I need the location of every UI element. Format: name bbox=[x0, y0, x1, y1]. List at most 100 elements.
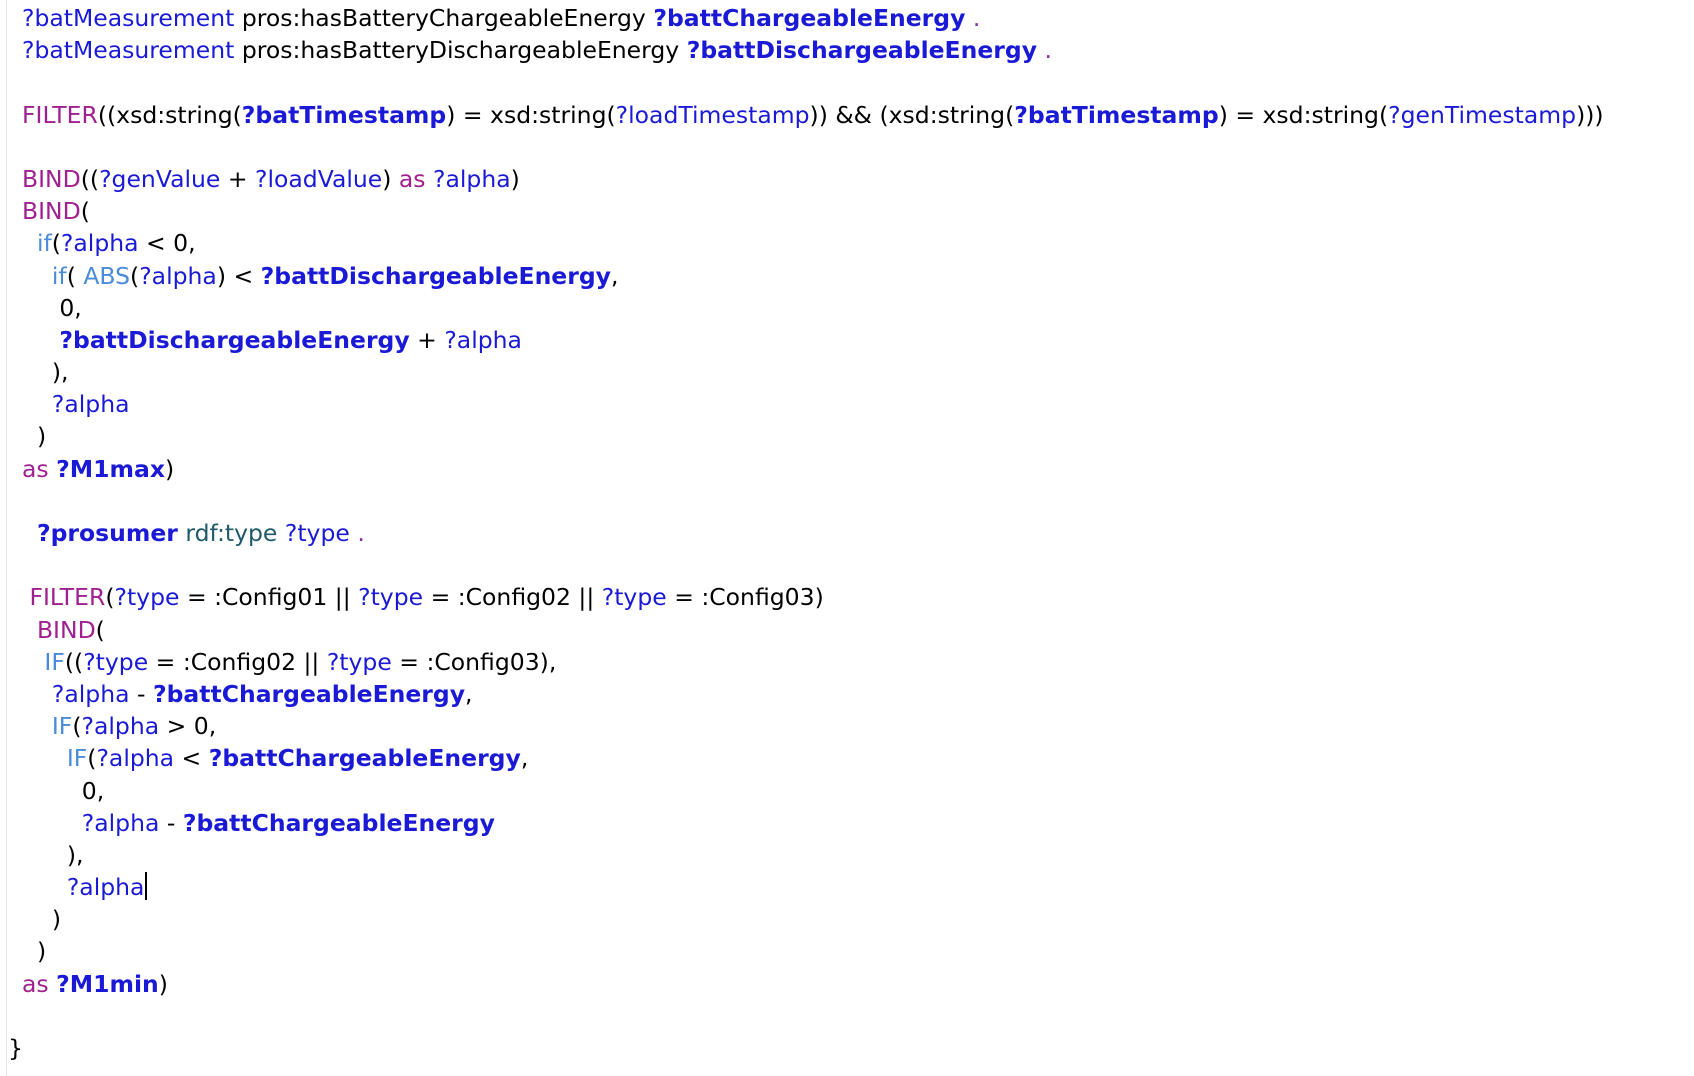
code-line[interactable] bbox=[22, 66, 1604, 98]
code-token: ?type bbox=[326, 647, 392, 676]
code-editor[interactable]: ?batMeasurement pros:hasBatteryChargeabl… bbox=[0, 0, 1694, 1076]
code-token: ?alpha bbox=[96, 744, 175, 773]
code-token: ( bbox=[66, 261, 84, 290]
code-token: ?type bbox=[114, 583, 180, 612]
code-token: BIND bbox=[22, 615, 96, 644]
code-token: ) < bbox=[216, 261, 261, 290]
code-token: < 0, bbox=[138, 229, 196, 258]
code-line[interactable] bbox=[22, 1000, 1604, 1032]
code-token: ABS bbox=[83, 261, 131, 290]
code-token: ?alpha bbox=[66, 873, 145, 902]
code-token: pros:hasBatteryChargeableEnergy bbox=[234, 4, 654, 32]
code-token: ) bbox=[382, 164, 399, 193]
code-token: = :Config02 || bbox=[423, 583, 602, 612]
code-token: as bbox=[22, 454, 49, 483]
code-token: ?battChargeableEnergy bbox=[208, 744, 521, 773]
code-line[interactable]: ?alpha bbox=[22, 388, 1604, 420]
code-token: , bbox=[465, 679, 473, 708]
code-line[interactable]: ), bbox=[22, 356, 1604, 388]
code-line[interactable]: IF((?type = :Config02 || ?type = :Config… bbox=[22, 646, 1604, 678]
code-token: ?alpha bbox=[433, 164, 511, 193]
code-token: FILTER bbox=[22, 583, 106, 612]
code-token: ) bbox=[22, 422, 47, 451]
code-token: BIND bbox=[22, 197, 81, 226]
code-line[interactable]: BIND((?genValue + ?loadValue) as ?alpha) bbox=[22, 163, 1604, 195]
code-line[interactable] bbox=[22, 485, 1604, 517]
code-token: ?batMeasurement bbox=[22, 36, 235, 65]
code-line[interactable]: ) bbox=[22, 903, 1604, 935]
code-token: ), bbox=[22, 358, 69, 387]
code-line[interactable]: BIND( bbox=[22, 614, 1604, 646]
code-token: if bbox=[22, 261, 67, 290]
code-token: = :Config03), bbox=[391, 647, 557, 676]
code-line[interactable]: IF(?alpha < ?battChargeableEnergy, bbox=[22, 742, 1604, 774]
code-line[interactable]: FILTER((xsd:string(?batTimestamp) = xsd:… bbox=[22, 99, 1604, 131]
code-line[interactable]: ?alpha - ?battChargeableEnergy, bbox=[22, 678, 1604, 710]
code-token: ?alpha bbox=[444, 325, 522, 354]
code-line[interactable]: 0, bbox=[22, 292, 1604, 324]
code-token: (( bbox=[80, 164, 100, 193]
code-line[interactable]: IF(?alpha > 0, bbox=[22, 710, 1604, 742]
code-line[interactable]: as ?M1min) bbox=[22, 968, 1604, 1000]
code-token: BIND bbox=[22, 164, 81, 193]
code-line[interactable]: } bbox=[8, 1032, 1604, 1064]
code-token: ), bbox=[22, 840, 84, 869]
code-line[interactable]: BIND( bbox=[22, 195, 1604, 227]
code-token: ?alpha bbox=[60, 229, 139, 258]
code-token: ?battChargeableEnergy bbox=[653, 4, 966, 32]
code-line[interactable]: ?batMeasurement pros:hasBatteryChargeabl… bbox=[22, 2, 1604, 34]
code-line[interactable]: ) bbox=[22, 420, 1604, 452]
code-token: , bbox=[610, 261, 619, 290]
editor-left-border bbox=[6, 0, 7, 1076]
code-token: ?alpha bbox=[51, 390, 130, 419]
code-token: (( bbox=[64, 647, 84, 676]
code-token: ?prosumer bbox=[36, 519, 178, 547]
code-line[interactable] bbox=[22, 131, 1604, 163]
code-line[interactable]: ?batMeasurement pros:hasBatteryDischarge… bbox=[22, 34, 1604, 66]
code-line[interactable]: if( ABS(?alpha) < ?battDischargeableEner… bbox=[22, 260, 1604, 292]
code-token: ?battDischargeableEnergy bbox=[59, 325, 410, 354]
code-line[interactable]: ?prosumer rdf:type ?type . bbox=[22, 517, 1604, 549]
code-line[interactable]: if(?alpha < 0, bbox=[22, 227, 1604, 259]
code-line[interactable] bbox=[22, 549, 1604, 581]
code-token: ?type bbox=[358, 583, 424, 612]
code-token: = :Config02 || bbox=[148, 647, 327, 676]
code-token: pros:hasBatteryDischargeableEnergy bbox=[234, 36, 687, 65]
code-token: = :Config03) bbox=[666, 583, 824, 612]
code-line[interactable]: ?battDischargeableEnergy + ?alpha bbox=[22, 324, 1604, 356]
text-caret bbox=[145, 872, 148, 901]
code-token: ) bbox=[22, 905, 62, 934]
code-token: ?M1min bbox=[56, 969, 159, 998]
code-token: , bbox=[520, 744, 529, 773]
code-token: . bbox=[965, 4, 981, 32]
code-token: )) && (xsd:string( bbox=[809, 100, 1015, 129]
code-token: ?alpha bbox=[81, 808, 160, 837]
code-token: ?loadValue bbox=[255, 164, 383, 193]
code-token: + bbox=[220, 164, 255, 193]
code-area[interactable]: ?batMeasurement pros:hasBatteryChargeabl… bbox=[8, 2, 1604, 1064]
code-token: ) bbox=[22, 937, 47, 966]
code-token: ( bbox=[51, 229, 61, 258]
code-token: ( bbox=[130, 261, 140, 290]
code-token: ((xsd:string( bbox=[97, 100, 242, 129]
code-line[interactable]: as ?M1max) bbox=[22, 453, 1604, 485]
code-token: + bbox=[409, 325, 445, 354]
code-line[interactable]: ?alpha bbox=[22, 871, 1604, 903]
code-token: rdf:type bbox=[185, 519, 278, 547]
code-token: ) bbox=[510, 164, 520, 193]
code-line[interactable]: ) bbox=[22, 935, 1604, 967]
code-token: ( bbox=[80, 197, 90, 226]
code-line[interactable]: FILTER(?type = :Config01 || ?type = :Con… bbox=[22, 581, 1604, 613]
code-token: if bbox=[22, 229, 52, 258]
code-line[interactable]: 0, bbox=[22, 775, 1604, 807]
code-line[interactable]: ), bbox=[22, 839, 1604, 871]
code-token: ?batMeasurement bbox=[22, 4, 235, 32]
code-token: ?battDischargeableEnergy bbox=[686, 36, 1038, 65]
code-token: ?genValue bbox=[99, 164, 221, 193]
code-token: } bbox=[8, 1034, 23, 1062]
code-line[interactable]: ?alpha - ?battChargeableEnergy bbox=[22, 807, 1604, 839]
